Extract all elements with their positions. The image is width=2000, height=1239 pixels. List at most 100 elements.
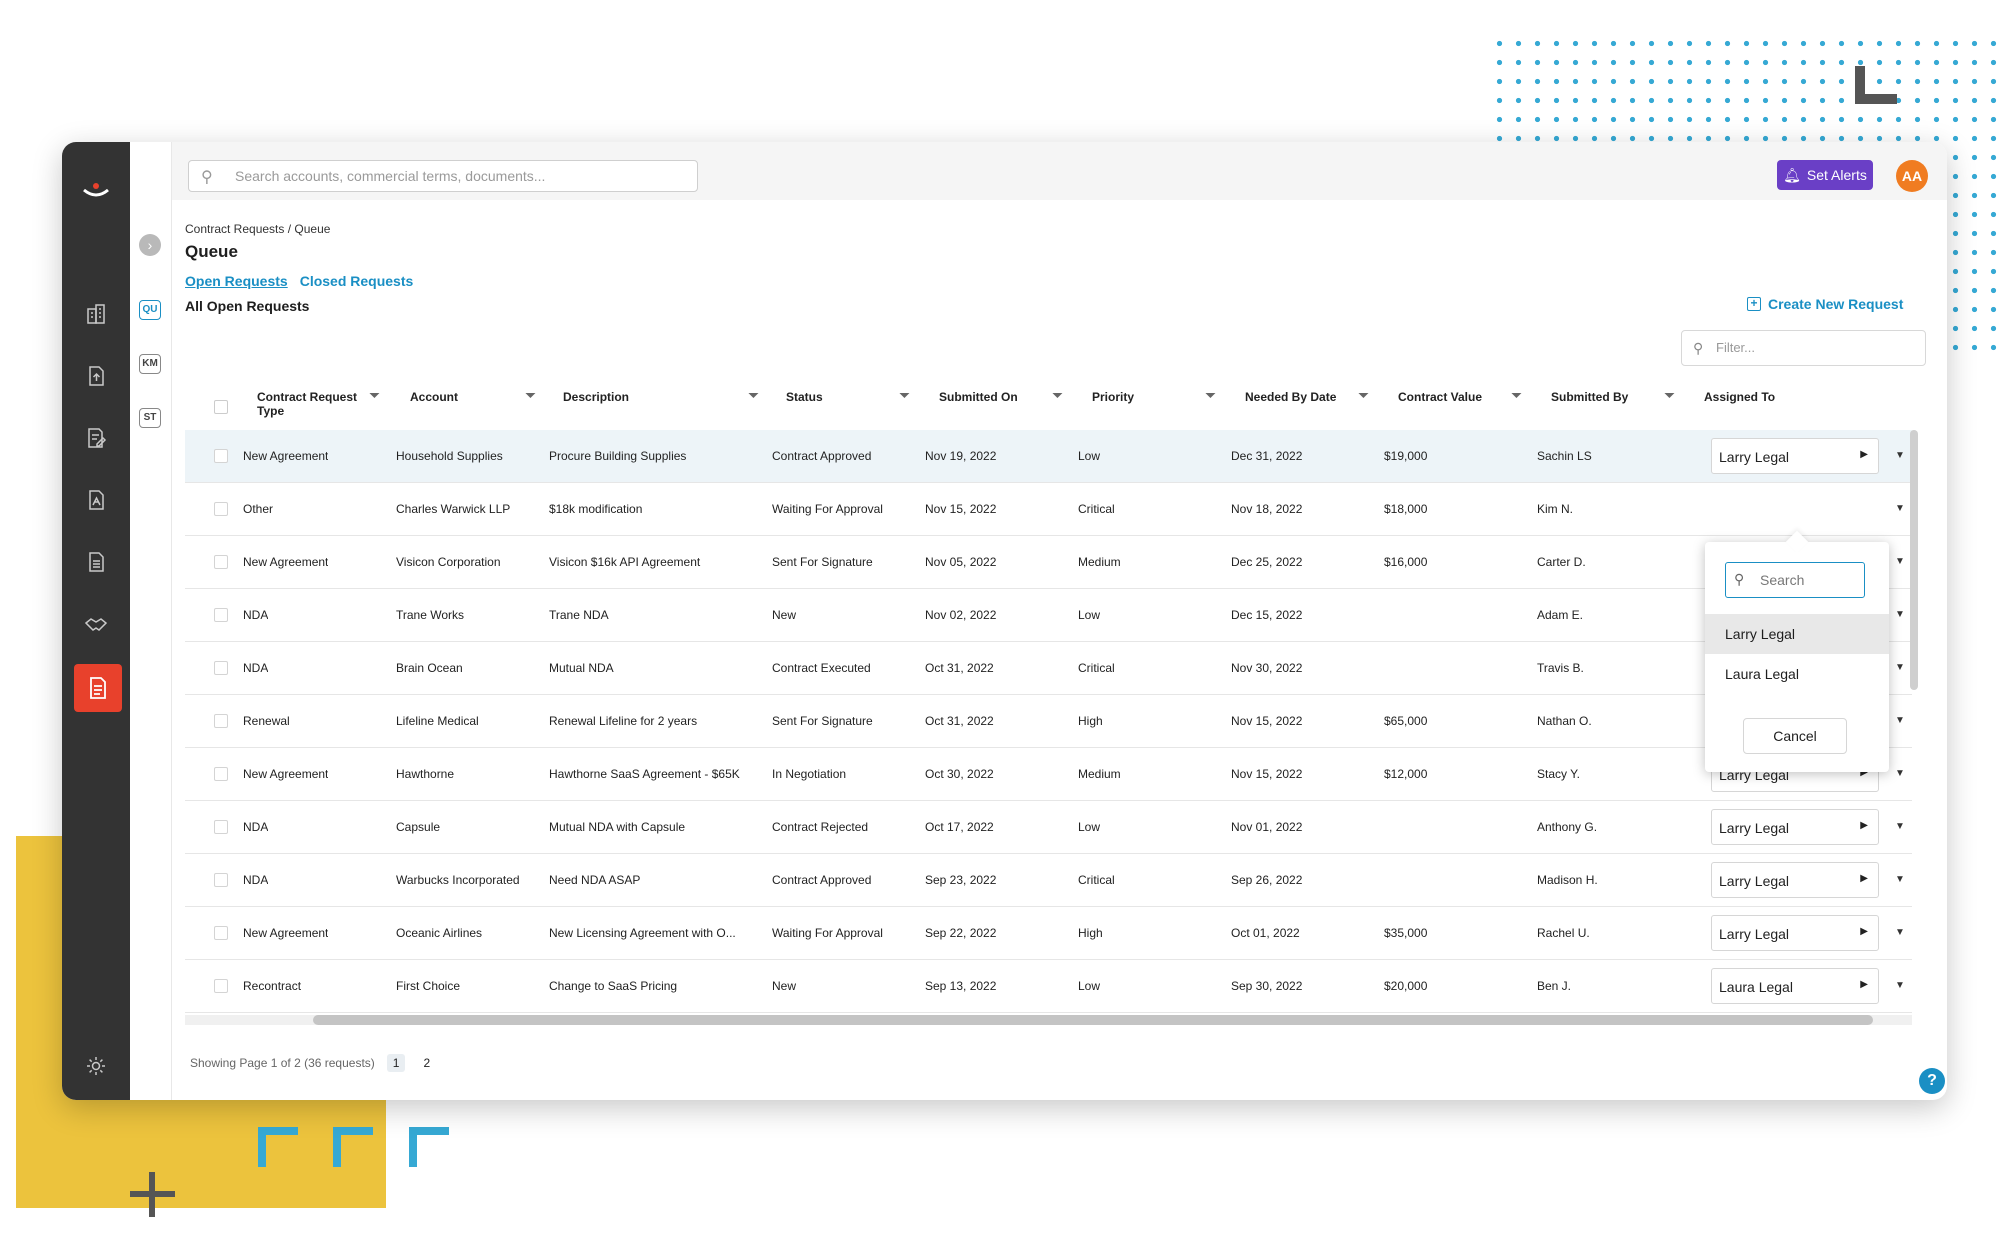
table-row[interactable]: New Agreement Hawthorne Hawthorne SaaS Agr… [185,748,1912,801]
cell-description: Hawthorne SaaS Agreement - $65K [549,767,740,781]
filter-funnel-icon[interactable]: ⏷ [525,387,536,404]
column-header-contract-value[interactable]: Contract Value ⏷ [1398,387,1522,404]
row-expand-caret-icon[interactable]: ▼ [1895,609,1905,620]
global-search-box[interactable]: ⚲ [188,160,698,192]
row-checkbox[interactable] [214,873,228,887]
tab-closed-requests[interactable]: Closed Requests [300,273,414,289]
contract-requests-nav-active[interactable] [74,664,122,712]
row-expand-caret-icon[interactable]: ▼ [1895,874,1905,885]
handshake-icon[interactable] [82,610,110,638]
assignee-select[interactable]: Larry Legal ▶ [1711,809,1879,845]
cell-description: New Licensing Agreement with O... [549,926,736,940]
contract-document-icon [90,677,106,699]
table-row[interactable]: NDA Brain Ocean Mutual NDA Contract Execute… [185,642,1912,695]
row-checkbox[interactable] [214,820,228,834]
table-row[interactable]: NDA Trane Works Trane NDA New Nov 02, 2022 Lo… [185,589,1912,642]
assignee-search-box[interactable]: ⚲ [1725,562,1865,598]
page-link-1[interactable]: 1 [386,1054,406,1072]
row-expand-caret-icon[interactable]: ▼ [1895,556,1905,567]
cell-priority: Low [1078,449,1101,463]
user-avatar[interactable]: AA [1896,160,1928,192]
row-checkbox[interactable] [214,661,228,675]
assignee-select[interactable]: Larry Legal ▶ [1711,915,1879,951]
settings-gear-icon[interactable] [82,1052,110,1080]
row-checkbox[interactable] [214,608,228,622]
pdf-document-icon[interactable] [82,486,110,514]
expand-chevron-icon[interactable]: › [139,234,161,256]
row-expand-caret-icon[interactable]: ▼ [1895,927,1905,938]
select-all-checkbox[interactable] [214,400,228,414]
row-checkbox[interactable] [214,555,228,569]
cell-needed-by: Dec 25, 2022 [1231,555,1303,569]
page-link-2[interactable]: 2 [417,1054,436,1072]
app-window: › QU KM ST ⚲ 🔔︎ Set Alerts AA Contract R… [62,142,1947,1100]
column-header-description[interactable]: Description ⏷ [563,387,759,404]
help-icon[interactable]: ? [1919,1068,1945,1094]
set-alerts-button[interactable]: 🔔︎ Set Alerts [1777,160,1873,190]
cancel-button[interactable]: Cancel [1743,718,1847,754]
cell-submitted-on: Sep 23, 2022 [925,873,997,887]
table-row[interactable]: NDA Warbucks Incorporated Need NDA ASAP Con… [185,854,1912,907]
cell-priority: Medium [1078,555,1121,569]
filter-funnel-icon[interactable]: ⏷ [1664,387,1675,404]
column-header-submitted-on[interactable]: Submitted On ⏷ [939,387,1063,404]
row-expand-caret-icon[interactable]: ▼ [1895,450,1905,461]
row-expand-caret-icon[interactable]: ▼ [1895,715,1905,726]
assignee-search-input[interactable] [1760,572,1856,588]
row-expand-caret-icon[interactable]: ▼ [1895,821,1905,832]
assignee-select[interactable]: Laura Legal ▶ [1711,968,1879,1004]
row-checkbox[interactable] [214,979,228,993]
nav-tag-queue[interactable]: QU [139,300,161,320]
filter-funnel-icon[interactable]: ⏷ [899,387,910,404]
table-row[interactable]: New Agreement Visicon Corporation Visicon … [185,536,1912,589]
column-header-assigned-to[interactable]: Assigned To [1704,390,1775,404]
filter-funnel-icon[interactable]: ⏷ [369,387,380,404]
horizontal-scrollbar[interactable] [313,1015,1873,1025]
buildings-icon[interactable] [82,300,110,328]
row-expand-caret-icon[interactable]: ▼ [1895,503,1905,514]
column-header-needed-by[interactable]: Needed By Date ⏷ [1245,387,1369,404]
filter-funnel-icon[interactable]: ⏷ [1358,387,1369,404]
column-header-status[interactable]: Status ⏷ [786,387,910,404]
row-checkbox[interactable] [214,502,228,516]
nav-tag-st[interactable]: ST [139,408,161,428]
row-checkbox[interactable] [214,714,228,728]
filter-funnel-icon[interactable]: ⏷ [1205,387,1216,404]
upload-document-icon[interactable] [82,362,110,390]
edit-document-icon[interactable] [82,424,110,452]
table-row[interactable]: New Agreement Household Supplies Procure B… [185,430,1912,483]
vertical-scrollbar[interactable] [1910,430,1918,690]
table-row[interactable]: Recontract First Choice Change to SaaS Pri… [185,960,1912,1013]
assignee-option[interactable]: Larry Legal [1705,614,1889,654]
table-row[interactable]: Renewal Lifeline Medical Renewal Lifeline … [185,695,1912,748]
filter-funnel-icon[interactable]: ⏷ [1511,387,1522,404]
row-expand-caret-icon[interactable]: ▼ [1895,980,1905,991]
table-filter-input[interactable] [1716,340,1916,355]
assignee-option[interactable]: Laura Legal [1705,654,1889,694]
row-checkbox[interactable] [214,449,228,463]
table-row[interactable]: New Agreement Oceanic Airlines New Licensi… [185,907,1912,960]
row-expand-caret-icon[interactable]: ▼ [1895,662,1905,673]
column-header-priority[interactable]: Priority ⏷ [1092,387,1216,404]
table-filter-box[interactable]: ⚲ [1681,330,1926,366]
assignee-select[interactable]: Larry Legal ▶ [1711,862,1879,898]
column-header-type[interactable]: Contract Request Type ⏷ [257,387,380,418]
table-row[interactable]: NDA Capsule Mutual NDA with Capsule Contrac… [185,801,1912,854]
assignee-select[interactable]: Larry Legal ▶ [1711,438,1879,474]
create-new-request-button[interactable]: + Create New Request [1747,296,1903,312]
row-checkbox[interactable] [214,926,228,940]
document-list-icon[interactable] [82,548,110,576]
table-row[interactable]: Other Charles Warwick LLP $18k modificatio… [185,483,1912,536]
column-header-submitted-by[interactable]: Submitted By ⏷ [1551,387,1675,404]
global-search-input[interactable] [235,166,675,186]
filter-funnel-icon[interactable]: ⏷ [748,387,759,404]
row-checkbox[interactable] [214,767,228,781]
tab-open-requests[interactable]: Open Requests [185,273,288,289]
cell-description: Procure Building Supplies [549,449,687,463]
filter-funnel-icon[interactable]: ⏷ [1052,387,1063,404]
row-expand-caret-icon[interactable]: ▼ [1895,768,1905,779]
cell-description: $18k modification [549,502,643,516]
column-header-account[interactable]: Account ⏷ [410,387,536,404]
decorative-plus-icon [149,1172,155,1217]
nav-tag-km[interactable]: KM [139,354,161,374]
